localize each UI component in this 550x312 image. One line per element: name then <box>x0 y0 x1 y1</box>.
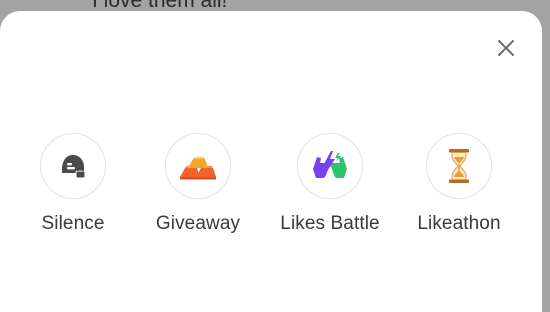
option-label-silence: Silence <box>41 213 105 234</box>
hourglass-icon <box>449 149 469 183</box>
likes-battle-icon-circle <box>297 133 363 199</box>
option-label-likeathon: Likeathon <box>417 213 501 234</box>
gold-bars-icon <box>180 157 216 180</box>
silence-icon-circle <box>40 133 106 199</box>
likeathon-icon-circle <box>426 133 492 199</box>
giveaway-icon-circle <box>165 133 231 199</box>
close-button[interactable] <box>492 34 520 62</box>
option-label-likes-battle: Likes Battle <box>280 213 380 234</box>
live-tools-row: Silence Giveaway Likes Battle Likeathon <box>0 133 542 253</box>
option-likeathon[interactable]: Likeathon <box>399 133 519 235</box>
option-label-giveaway: Giveaway <box>155 213 241 234</box>
silence-icon <box>62 155 86 179</box>
likes-battle-icon <box>313 151 347 178</box>
option-silence[interactable]: Silence <box>13 133 133 235</box>
option-likes-battle[interactable]: Likes Battle <box>270 133 390 235</box>
close-icon <box>498 40 514 56</box>
option-giveaway[interactable]: Giveaway <box>138 133 258 235</box>
bottom-sheet: Silence Giveaway Likes Battle Likeathon <box>0 11 542 312</box>
